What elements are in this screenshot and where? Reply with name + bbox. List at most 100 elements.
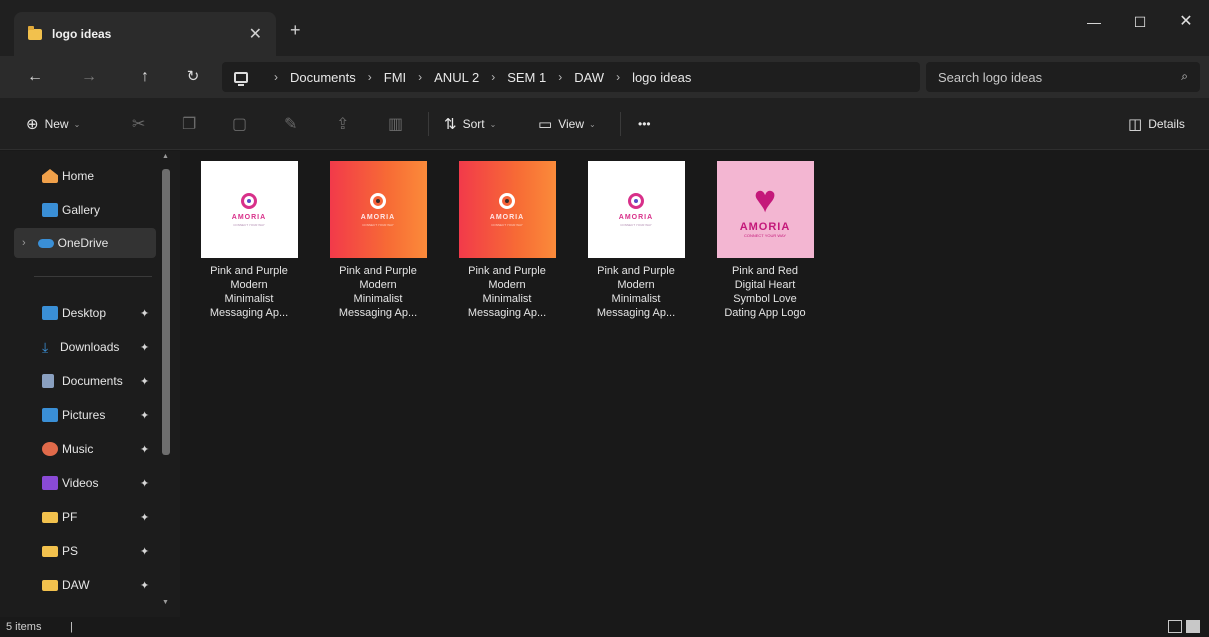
forward-button[interactable]: → bbox=[76, 65, 102, 89]
breadcrumb-fmi[interactable]: FMI bbox=[384, 70, 406, 85]
file-item[interactable]: AMORIA CONNECT YOUR WAY Pink and Purple … bbox=[448, 161, 566, 341]
document-icon bbox=[42, 374, 54, 388]
file-thumbnail: ♥ AMORIA CONNECT YOUR WAY bbox=[716, 161, 814, 258]
pin-icon[interactable]: ✦ bbox=[140, 579, 149, 592]
sidebar-item-gallery[interactable]: Gallery bbox=[42, 195, 198, 225]
logo-tagline: CONNECT YOUR WAY bbox=[491, 222, 523, 227]
breadcrumb-daw[interactable]: DAW bbox=[574, 70, 604, 85]
sidebar-item-label: Documents bbox=[62, 374, 123, 388]
plus-circle-icon: ⊕ bbox=[26, 116, 39, 133]
navigation-pane: Home Gallery › OneDrive Desktop ✦ ⤓ Down… bbox=[0, 151, 180, 617]
sidebar-item-label: Pictures bbox=[62, 408, 106, 422]
sidebar-item-downloads[interactable]: ⤓ Downloads ✦ bbox=[42, 332, 198, 362]
monitor-icon bbox=[234, 71, 248, 86]
sidebar-item-music[interactable]: Music ✦ bbox=[42, 434, 198, 464]
logo-mark bbox=[241, 192, 257, 209]
sidebar-item-pictures[interactable]: Pictures ✦ bbox=[42, 400, 198, 430]
minimize-button[interactable]: — bbox=[1074, 8, 1114, 36]
download-icon: ⤓ bbox=[42, 338, 49, 355]
chevron-right-icon[interactable]: › bbox=[22, 237, 26, 249]
details-view-icon[interactable] bbox=[1168, 620, 1182, 633]
breadcrumb-anul2[interactable]: ANUL 2 bbox=[434, 70, 479, 85]
scrollbar[interactable] bbox=[162, 169, 170, 455]
chevron-right-icon: › bbox=[418, 70, 423, 84]
logo-mark bbox=[628, 192, 644, 209]
folder-icon bbox=[42, 579, 58, 591]
details-pane-button[interactable]: ◫ Details bbox=[1128, 114, 1185, 134]
details-label: Details bbox=[1148, 117, 1185, 131]
file-item[interactable]: AMORIA CONNECT YOUR WAY Pink and Purple … bbox=[577, 161, 695, 341]
pin-icon[interactable]: ✦ bbox=[140, 477, 149, 490]
pin-icon[interactable]: ✦ bbox=[140, 307, 149, 320]
rename-icon: ✎ bbox=[284, 116, 298, 133]
logo-mark bbox=[499, 192, 515, 209]
logo-tagline: CONNECT YOUR WAY bbox=[743, 233, 787, 238]
scroll-up-arrow[interactable]: ▲ bbox=[162, 153, 169, 160]
tab-close-icon[interactable]: ✕ bbox=[249, 24, 262, 44]
sidebar-item-label: Desktop bbox=[62, 306, 107, 320]
pin-icon[interactable]: ✦ bbox=[140, 511, 149, 524]
tiles-view-icon[interactable] bbox=[1186, 620, 1200, 633]
sidebar-item-desktop[interactable]: Desktop ✦ bbox=[42, 298, 198, 328]
share-button[interactable]: ⇪ bbox=[336, 114, 349, 134]
sidebar-item-home[interactable]: Home bbox=[42, 161, 198, 191]
status-divider: | bbox=[70, 621, 73, 633]
pin-icon[interactable]: ✦ bbox=[140, 341, 149, 354]
back-button[interactable]: ← bbox=[22, 65, 48, 89]
file-thumbnail: AMORIA CONNECT YOUR WAY bbox=[329, 161, 427, 258]
sort-icon: ⇅ bbox=[444, 116, 457, 133]
sidebar-item-documents[interactable]: Documents ✦ bbox=[42, 366, 198, 396]
breadcrumb-documents[interactable]: Documents bbox=[290, 70, 356, 85]
search-icon[interactable]: ⌕ bbox=[1181, 69, 1188, 84]
close-window-button[interactable]: ✕ bbox=[1166, 8, 1206, 36]
status-bar: 5 items | bbox=[0, 617, 1209, 637]
more-icon: ••• bbox=[638, 117, 651, 131]
cut-button[interactable]: ✂ bbox=[132, 114, 145, 134]
file-item[interactable]: AMORIA CONNECT YOUR WAY Pink and Purple … bbox=[319, 161, 437, 341]
sidebar-item-pf[interactable]: PF ✦ bbox=[42, 502, 198, 532]
new-tab-button[interactable]: + bbox=[290, 20, 301, 41]
file-item[interactable]: AMORIA CONNECT YOUR WAY Pink and Purple … bbox=[190, 161, 308, 341]
delete-button[interactable]: ▥ bbox=[388, 114, 403, 134]
sort-button[interactable]: ⇅ Sort ⌄ bbox=[444, 114, 496, 134]
scroll-down-arrow[interactable]: ▼ bbox=[162, 599, 169, 606]
toolbar-divider bbox=[620, 112, 621, 136]
pin-icon[interactable]: ✦ bbox=[140, 375, 149, 388]
sidebar-item-onedrive[interactable]: › OneDrive bbox=[14, 228, 156, 258]
pin-icon[interactable]: ✦ bbox=[140, 409, 149, 422]
logo-tagline: CONNECT YOUR WAY bbox=[362, 222, 394, 227]
file-item[interactable]: ♥ AMORIA CONNECT YOUR WAY Pink and Red D… bbox=[706, 161, 824, 341]
view-button[interactable]: ▭ View ⌄ bbox=[538, 114, 596, 134]
sidebar-item-label: Videos bbox=[62, 476, 99, 490]
refresh-button[interactable]: ↻ bbox=[180, 65, 206, 89]
search-input[interactable]: Search logo ideas ⌕ bbox=[926, 62, 1200, 92]
maximize-button[interactable]: ☐ bbox=[1120, 8, 1160, 36]
details-icon: ◫ bbox=[1128, 116, 1143, 133]
address-bar[interactable]: › Documents › FMI › ANUL 2 › SEM 1 › DAW… bbox=[222, 62, 920, 92]
new-button[interactable]: ⊕ New ⌄ bbox=[26, 114, 80, 134]
trash-icon: ▥ bbox=[388, 116, 404, 133]
sidebar-item-ps[interactable]: PS ✦ bbox=[42, 536, 198, 566]
logo-mark bbox=[370, 192, 386, 209]
sidebar-item-daw[interactable]: DAW ✦ bbox=[42, 570, 198, 600]
copy-button[interactable]: ❐ bbox=[182, 114, 196, 134]
logo-wordmark: AMORIA bbox=[739, 221, 791, 233]
sidebar-item-label: PS bbox=[62, 544, 79, 558]
breadcrumb-sem1[interactable]: SEM 1 bbox=[507, 70, 546, 85]
rename-button[interactable]: ✎ bbox=[284, 114, 297, 134]
up-button[interactable]: ↑ bbox=[132, 65, 158, 89]
sidebar-item-videos[interactable]: Videos ✦ bbox=[42, 468, 198, 498]
videos-icon bbox=[42, 476, 58, 490]
pin-icon[interactable]: ✦ bbox=[140, 443, 149, 456]
chevron-down-icon: ⌄ bbox=[489, 119, 497, 129]
tab-logo-ideas[interactable]: logo ideas ✕ bbox=[14, 12, 276, 56]
share-icon: ⇪ bbox=[336, 116, 350, 133]
pictures-icon bbox=[42, 408, 58, 422]
home-icon bbox=[42, 169, 58, 183]
file-list: AMORIA CONNECT YOUR WAY Pink and Purple … bbox=[182, 151, 1209, 617]
breadcrumb-logo-ideas[interactable]: logo ideas bbox=[632, 70, 691, 85]
logo-wordmark: AMORIA bbox=[360, 213, 396, 221]
more-options-button[interactable]: ••• bbox=[638, 114, 651, 134]
pin-icon[interactable]: ✦ bbox=[140, 545, 149, 558]
paste-button[interactable]: ▢ bbox=[232, 114, 247, 134]
